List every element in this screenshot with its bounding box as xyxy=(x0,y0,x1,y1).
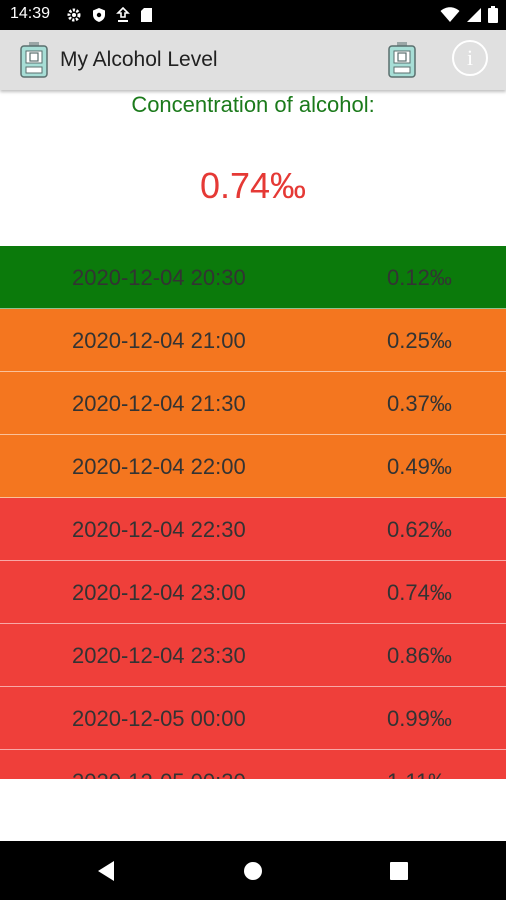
concentration-heading: Concentration of alcohol: xyxy=(131,92,375,117)
reading-datetime: 2020-12-04 23:00 xyxy=(72,580,246,605)
recents-icon xyxy=(390,861,408,880)
reading-value: 0.99‰ xyxy=(387,706,452,731)
breathalyzer-icon[interactable] xyxy=(388,42,416,78)
back-button[interactable] xyxy=(76,841,136,900)
list-item[interactable]: 2020-12-04 22:00 0.49‰ xyxy=(0,435,506,498)
reading-value: 0.86‰ xyxy=(387,643,452,668)
shield-icon xyxy=(93,8,105,22)
reading-datetime: 2020-12-04 21:00 xyxy=(72,328,246,353)
reading-datetime: 2020-12-04 22:00 xyxy=(72,454,246,479)
reading-datetime: 2020-12-05 00:30 xyxy=(72,769,246,779)
navigation-bar xyxy=(0,841,506,900)
reading-datetime: 2020-12-04 22:30 xyxy=(72,517,246,542)
list-item[interactable]: 2020-12-05 00:00 0.99‰ xyxy=(0,687,506,750)
readings-list[interactable]: 2020-12-04 20:30 0.12‰ 2020-12-04 21:00 0.2… xyxy=(0,246,506,779)
bottom-spacer xyxy=(0,779,506,841)
download-icon xyxy=(116,7,130,22)
reading-value: 0.37‰ xyxy=(387,391,452,416)
wifi-icon xyxy=(440,6,460,22)
reading-datetime: 2020-12-05 00:00 xyxy=(72,706,246,731)
status-time: 14:39 xyxy=(10,5,51,22)
list-item[interactable]: 2020-12-04 23:30 0.86‰ xyxy=(0,624,506,687)
reading-value: 0.12‰ xyxy=(387,265,452,290)
status-system-icons xyxy=(440,6,498,23)
list-item[interactable]: 2020-12-04 21:30 0.37‰ xyxy=(0,372,506,435)
app-title: My Alcohol Level xyxy=(60,48,218,71)
status-bar: 14:39 xyxy=(0,0,506,30)
home-icon xyxy=(244,861,262,880)
reading-value: 0.49‰ xyxy=(387,454,452,479)
list-item[interactable]: 2020-12-04 22:30 0.62‰ xyxy=(0,498,506,561)
current-concentration: 0.74‰ xyxy=(199,165,307,206)
status-notification-icons xyxy=(66,7,153,23)
list-item[interactable]: 2020-12-05 00:30 1.11‰ xyxy=(0,750,506,779)
cell-signal-icon xyxy=(467,7,481,22)
app-bar: My Alcohol Level i xyxy=(0,30,506,90)
info-icon[interactable]: i xyxy=(452,40,488,76)
sd-card-icon xyxy=(141,8,152,22)
list-item[interactable]: 2020-12-04 20:30 0.12‰ xyxy=(0,246,506,309)
back-icon xyxy=(98,860,114,881)
reading-datetime: 2020-12-04 23:30 xyxy=(72,643,246,668)
list-item[interactable]: 2020-12-04 23:00 0.74‰ xyxy=(0,561,506,624)
home-button[interactable] xyxy=(223,841,283,900)
info-glyph: i xyxy=(466,45,474,70)
reading-value: 0.62‰ xyxy=(387,517,452,542)
battery-icon xyxy=(488,6,498,23)
breathalyzer-icon xyxy=(20,42,48,78)
reading-datetime: 2020-12-04 20:30 xyxy=(72,265,246,290)
gear-icon xyxy=(67,8,81,22)
list-item[interactable]: 2020-12-04 21:00 0.25‰ xyxy=(0,309,506,372)
reading-value: 1.11‰ xyxy=(387,769,450,779)
reading-datetime: 2020-12-04 21:30 xyxy=(72,391,246,416)
recents-button[interactable] xyxy=(369,841,429,900)
reading-value: 0.74‰ xyxy=(387,580,452,605)
reading-value: 0.25‰ xyxy=(387,328,452,353)
